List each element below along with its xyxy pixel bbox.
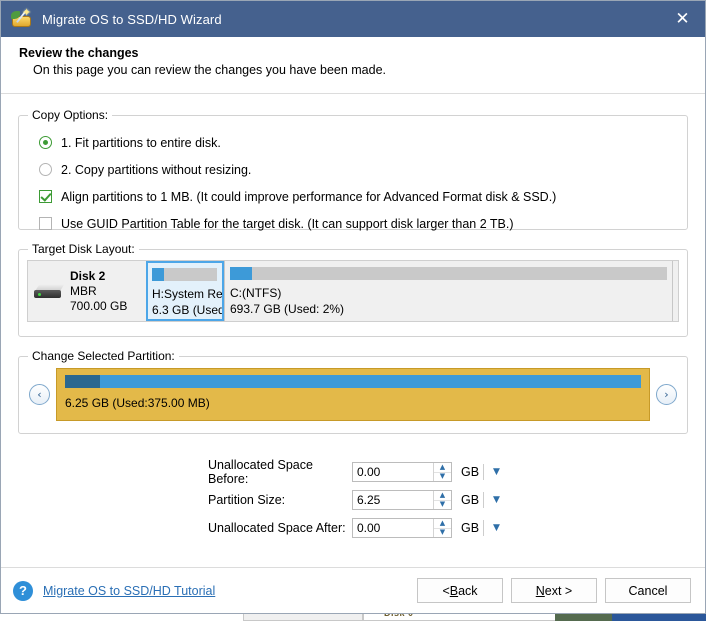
stepper-down-icon[interactable]: ▼ xyxy=(434,528,451,538)
copy-option-label: Use GUID Partition Table for the target … xyxy=(61,217,514,231)
checkbox-use-gpt-icon[interactable] xyxy=(39,217,52,230)
unallocated-after-input[interactable]: 0.00 xyxy=(353,519,433,537)
unit-separator xyxy=(483,492,484,508)
unallocated-after-unit-dropdown-icon[interactable]: ▼ xyxy=(493,523,500,533)
disk-scheme: MBR xyxy=(70,284,127,299)
back-button-accel: B xyxy=(450,584,458,598)
stepper-up-icon[interactable]: ▲ xyxy=(434,519,451,528)
target-disk-layout-legend: Target Disk Layout: xyxy=(28,242,139,256)
field-row-unallocated-before: Unallocated Space Before: 0.00 ▲ ▼ GB ▼ xyxy=(18,458,688,486)
target-disk-layout-group: Target Disk Layout: Disk 2 MBR 700.00 GB xyxy=(18,242,688,337)
copy-option-no-resize[interactable]: 2. Copy partitions without resizing. xyxy=(39,156,687,183)
field-row-unallocated-after: Unallocated Space After: 0.00 ▲ ▼ GB ▼ xyxy=(18,514,688,542)
unallocated-before-label: Unallocated Space Before: xyxy=(208,458,352,486)
unit-separator xyxy=(483,464,484,480)
disk-size: 700.00 GB xyxy=(70,299,127,314)
change-partition-legend: Change Selected Partition: xyxy=(28,349,179,363)
back-button-post: ack xyxy=(458,584,477,598)
stepper-arrows[interactable]: ▲ ▼ xyxy=(433,519,451,537)
title-bar: ✦ Migrate OS to SSD/HD Wizard ✕ xyxy=(1,1,705,37)
unallocated-before-stepper[interactable]: 0.00 ▲ ▼ xyxy=(352,462,452,482)
partition-detail: 6.3 GB (Used: xyxy=(152,302,222,318)
partition-usage-bar xyxy=(152,268,217,281)
partition-size-unit-dropdown-icon[interactable]: ▼ xyxy=(493,495,500,505)
migrate-wizard-icon: ✦ xyxy=(11,8,33,30)
copy-option-fit-partitions[interactable]: 1. Fit partitions to entire disk. xyxy=(39,129,687,156)
unallocated-after-label: Unallocated Space After: xyxy=(208,521,352,535)
selected-partition-label: 6.25 GB (Used:375.00 MB) xyxy=(65,396,641,410)
radio-fit-partitions-icon[interactable] xyxy=(39,136,52,149)
disk-partition-system-reserved[interactable]: H:System Res 6.3 GB (Used: xyxy=(146,261,224,321)
unallocated-before-unit-dropdown-icon[interactable]: ▼ xyxy=(493,467,500,477)
stepper-down-icon[interactable]: ▼ xyxy=(434,500,451,510)
partition-size-input[interactable]: 6.25 xyxy=(353,491,433,509)
partition-size-unit: GB xyxy=(461,493,481,507)
unallocated-before-unit: GB xyxy=(461,465,481,479)
unit-separator xyxy=(483,520,484,536)
copy-option-use-gpt[interactable]: Use GUID Partition Table for the target … xyxy=(39,210,687,237)
unallocated-after-stepper[interactable]: 0.00 ▲ ▼ xyxy=(352,518,452,538)
copy-option-align-1mb[interactable]: Align partitions to 1 MB. (It could impr… xyxy=(39,183,687,210)
selected-partition-usage-bar xyxy=(65,375,641,388)
checkbox-align-1mb-icon[interactable] xyxy=(39,190,52,203)
stepper-arrows[interactable]: ▲ ▼ xyxy=(433,491,451,509)
close-icon[interactable]: ✕ xyxy=(660,1,705,37)
disk-layout-panel: Disk 2 MBR 700.00 GB H:System Res 6.3 GB… xyxy=(27,260,679,322)
next-button[interactable]: Next > xyxy=(511,578,597,603)
unallocated-after-unit: GB xyxy=(461,521,481,535)
cancel-button[interactable]: Cancel xyxy=(605,578,691,603)
previous-partition-chevron-left-icon[interactable]: ‹ xyxy=(29,384,50,405)
page-subtitle: On this page you can review the changes … xyxy=(33,63,705,77)
stepper-arrows[interactable]: ▲ ▼ xyxy=(433,463,451,481)
back-button[interactable]: < Back xyxy=(417,578,503,603)
page-header: Review the changes On this page you can … xyxy=(1,37,705,94)
disk-partition-c-ntfs[interactable]: C:(NTFS) 693.7 GB (Used: 2%) xyxy=(224,261,672,321)
disk-name: Disk 2 xyxy=(70,269,127,284)
copy-options-legend: Copy Options: xyxy=(28,108,112,122)
next-button-accel: N xyxy=(536,584,545,598)
partition-size-stepper[interactable]: 6.25 ▲ ▼ xyxy=(352,490,452,510)
next-button-post: ext > xyxy=(545,584,572,598)
stepper-up-icon[interactable]: ▲ xyxy=(434,491,451,500)
field-row-partition-size: Partition Size: 6.25 ▲ ▼ GB ▼ xyxy=(18,486,688,514)
partition-size-label: Partition Size: xyxy=(208,493,352,507)
back-button-pre: < xyxy=(442,584,449,598)
copy-options-group: Copy Options: 1. Fit partitions to entir… xyxy=(18,108,688,230)
footer-bar: ? Migrate OS to SSD/HD Tutorial < Back N… xyxy=(1,567,705,613)
change-selected-partition-group: Change Selected Partition: ‹ 6.25 GB (Us… xyxy=(18,349,688,434)
copy-option-label: Align partitions to 1 MB. (It could impr… xyxy=(61,190,556,204)
partition-usage-bar xyxy=(230,267,667,280)
copy-option-label: 2. Copy partitions without resizing. xyxy=(61,163,251,177)
radio-no-resize-icon[interactable] xyxy=(39,163,52,176)
help-question-icon[interactable]: ? xyxy=(13,581,33,601)
partition-size-fields: Unallocated Space Before: 0.00 ▲ ▼ GB ▼ … xyxy=(18,446,688,542)
unallocated-before-input[interactable]: 0.00 xyxy=(353,463,433,481)
disk-unallocated-area xyxy=(672,261,678,321)
wizard-buttons: < Back Next > Cancel xyxy=(417,578,691,603)
selected-partition-bar[interactable]: 6.25 GB (Used:375.00 MB) xyxy=(56,368,650,421)
partition-label: C:(NTFS) xyxy=(230,285,672,301)
partition-detail: 693.7 GB (Used: 2%) xyxy=(230,301,672,317)
tutorial-link[interactable]: Migrate OS to SSD/HD Tutorial xyxy=(43,584,215,598)
stepper-down-icon[interactable]: ▼ xyxy=(434,472,451,482)
next-partition-chevron-right-icon[interactable]: › xyxy=(656,384,677,405)
copy-option-label: 1. Fit partitions to entire disk. xyxy=(61,136,221,150)
stepper-up-icon[interactable]: ▲ xyxy=(434,463,451,472)
migrate-wizard-window: ✦ Migrate OS to SSD/HD Wizard ✕ Review t… xyxy=(0,0,706,614)
partition-label: H:System Res xyxy=(152,286,222,302)
disk-info: Disk 2 MBR 700.00 GB xyxy=(28,261,146,321)
page-title: Review the changes xyxy=(19,46,705,60)
window-title: Migrate OS to SSD/HD Wizard xyxy=(42,12,222,27)
wizard-content: Copy Options: 1. Fit partitions to entir… xyxy=(1,94,705,542)
hard-disk-icon xyxy=(34,281,64,301)
cancel-button-post: Cancel xyxy=(629,584,668,598)
